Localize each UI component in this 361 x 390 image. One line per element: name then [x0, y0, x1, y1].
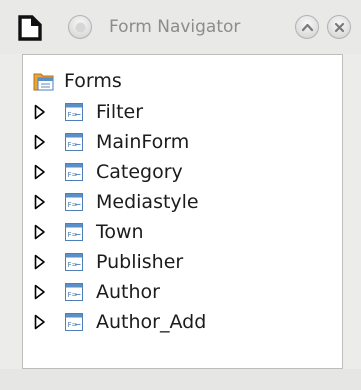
tree-root-label: Forms: [64, 70, 122, 92]
form-navigator-window: Form Navigator Forms F= Filter F= MainFo…: [0, 0, 361, 390]
document-icon[interactable]: [17, 14, 43, 42]
tree-item-mediastyle[interactable]: F= Mediastyle: [34, 187, 324, 217]
form-icon: F=: [65, 313, 83, 331]
expand-triangle-icon[interactable]: [34, 194, 46, 210]
expand-triangle-icon[interactable]: [34, 134, 46, 150]
tree-item-publisher[interactable]: F= Publisher: [34, 247, 324, 277]
tree-item-filter[interactable]: F= Filter: [34, 97, 324, 127]
title-bar[interactable]: Form Navigator: [0, 0, 361, 54]
form-icon: F=: [65, 193, 83, 211]
form-icon: F=: [65, 163, 83, 181]
tree-item-label: Filter: [96, 101, 144, 123]
form-icon: F=: [65, 253, 83, 271]
tree-item-label: Mediastyle: [96, 191, 199, 213]
close-icon[interactable]: [327, 15, 351, 39]
tree-item-label: Category: [96, 161, 183, 183]
tree-item-label: Author: [96, 281, 160, 303]
tree-item-label: MainForm: [96, 131, 190, 153]
tree-item-mainform[interactable]: F= MainForm: [34, 127, 324, 157]
minimize-icon[interactable]: [68, 15, 92, 39]
tree-item-label: Author_Add: [96, 311, 207, 333]
forms-folder-icon: [33, 73, 54, 91]
maximize-icon[interactable]: [295, 15, 319, 39]
form-icon: F=: [65, 283, 83, 301]
expand-triangle-icon[interactable]: [34, 254, 46, 270]
tree-item-author-add[interactable]: F= Author_Add: [34, 307, 324, 337]
window-title: Form Navigator: [109, 17, 241, 37]
expand-triangle-icon[interactable]: [34, 164, 46, 180]
form-icon: F=: [65, 223, 83, 241]
expand-triangle-icon[interactable]: [34, 104, 46, 120]
window-bottom-strip: [0, 369, 361, 390]
tree-item-label: Town: [96, 221, 144, 243]
form-icon: F=: [65, 133, 83, 151]
expand-triangle-icon[interactable]: [34, 314, 46, 330]
expand-triangle-icon[interactable]: [34, 284, 46, 300]
tree-item-author[interactable]: F= Author: [34, 277, 324, 307]
form-tree-panel[interactable]: Forms F= Filter F= MainForm F= Category …: [22, 54, 343, 369]
tree-item-label: Publisher: [96, 251, 184, 273]
expand-triangle-icon[interactable]: [34, 224, 46, 240]
tree-item-town[interactable]: F= Town: [34, 217, 324, 247]
tree-root-forms[interactable]: Forms: [33, 67, 122, 95]
tree-item-category[interactable]: F= Category: [34, 157, 324, 187]
form-icon: F=: [65, 103, 83, 121]
